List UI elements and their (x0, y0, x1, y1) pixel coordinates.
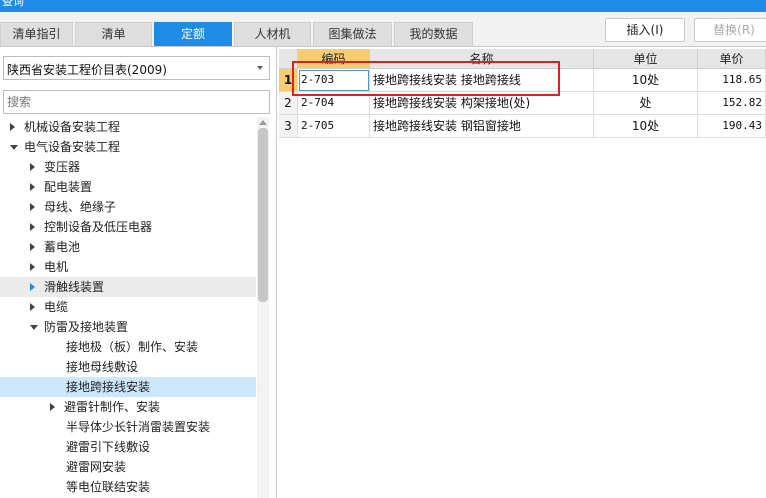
catalog-panel: 陕西省安装工程价目表(2009) 机械设备安装工程电气设备安装工程变压器配电装置… (0, 47, 277, 498)
expand-arrow-right-icon[interactable] (10, 123, 15, 131)
expand-arrow-down-icon[interactable] (10, 145, 18, 150)
catalog-select-value: 陕西省安装工程价目表(2009) (7, 63, 167, 77)
expand-arrow-right-icon[interactable] (50, 403, 55, 411)
tree-node[interactable]: 防雷及接地装置 (0, 317, 256, 337)
tree-node[interactable]: 控制设备及低压电器 (0, 217, 256, 237)
unit-header[interactable]: 单位 (594, 49, 698, 69)
tree-node[interactable]: 母线、绝缘子 (0, 197, 256, 217)
cell-price[interactable]: 190.43 (698, 115, 766, 138)
tree-node-label: 控制设备及低压电器 (44, 220, 153, 234)
expand-arrow-right-icon[interactable] (30, 303, 35, 311)
replace-button[interactable]: 替换(R) (694, 18, 766, 42)
tree-node-label: 电缆 (44, 300, 69, 314)
tab-strip: 清单指引 清单 定额 人材机 图集做法 我的数据 插入(I) 替换(R) (0, 12, 766, 47)
tree-node[interactable]: 接地跨接线安装 (0, 377, 256, 397)
expand-arrow-down-icon[interactable] (30, 325, 38, 330)
insert-button[interactable]: 插入(I) (605, 18, 685, 42)
tree-node[interactable]: 避雷网安装 (0, 457, 256, 477)
tree-node[interactable]: 电机 (0, 257, 256, 277)
cell-unit[interactable]: 10处 (594, 69, 698, 92)
window-title: 查询 (2, 0, 24, 8)
catalog-tree: 机械设备安装工程 电气设备安装工程变压器配电装置母线、绝缘子控制设备及低压电器 蓄电… (0, 117, 256, 498)
tab-my-data[interactable]: 我的数据 (394, 22, 473, 46)
tree-node[interactable]: 避雷引下线敷设 (0, 437, 256, 457)
cell-code[interactable]: 2-703 (298, 69, 370, 92)
name-header[interactable]: 名称 (370, 49, 594, 69)
cell-name[interactable]: 接地跨接线安装 接地跨接线 (370, 69, 594, 92)
tab-bill-guide[interactable]: 清单指引 (0, 22, 73, 46)
tree-node[interactable]: 机械设备安装工程 (0, 117, 256, 137)
code-header[interactable]: 编码 (298, 49, 370, 69)
tree-node-label: 避雷针制作、安装 (64, 400, 161, 414)
cell-num[interactable]: 3 (279, 115, 298, 138)
tree-node-label: 母线、绝缘子 (44, 200, 117, 214)
tree-node[interactable]: 半导体少长针消雷装置安装 (0, 417, 256, 437)
tree-node[interactable]: 蓄电池 (0, 237, 256, 257)
tree-node-label: 配电装置 (44, 180, 93, 194)
table-row[interactable]: 3 2-705 接地跨接线安装 钢铝窗接地 10处 190.43 (279, 115, 766, 138)
title-bar: 查询 (0, 0, 766, 12)
tree-node-label: 防雷及接地装置 (44, 320, 129, 334)
cell-name[interactable]: 接地跨接线安装 构架接地(处) (370, 92, 594, 115)
tree-node-label: 等电位联结安装 (66, 480, 151, 494)
scroll-up-icon[interactable] (259, 120, 267, 125)
tree-node-label: 滑触线装置 (44, 280, 105, 294)
table-row[interactable]: 1 2-703 接地跨接线安装 接地跨接线 10处 118.65 (279, 69, 766, 92)
catalog-select[interactable]: 陕西省安装工程价目表(2009) (3, 56, 270, 80)
expand-arrow-right-icon[interactable] (30, 203, 35, 211)
cell-code[interactable]: 2-705 (298, 115, 370, 138)
tab-bill[interactable]: 清单 (75, 22, 152, 46)
tree-node-label: 避雷网安装 (66, 460, 127, 474)
tab-quota[interactable]: 定额 (154, 22, 232, 46)
tree-node[interactable]: 配电装置 (0, 177, 256, 197)
tree-node[interactable]: 避雷针制作、安装 (0, 397, 256, 417)
tab-atlas-method[interactable]: 图集做法 (313, 22, 392, 46)
tree-node[interactable]: 电气设备安装工程 (0, 137, 256, 157)
tree-node-label: 半导体少长针消雷装置安装 (66, 420, 211, 434)
tree-node-label: 电气设备安装工程 (24, 140, 121, 154)
expand-arrow-right-icon[interactable] (30, 283, 35, 291)
tree-scrollbar[interactable] (257, 117, 269, 498)
cell-num[interactable]: 2 (279, 92, 298, 115)
tree-node-label: 变压器 (44, 160, 81, 174)
tree-node-label: 避雷引下线敷设 (66, 440, 151, 454)
expand-arrow-right-icon[interactable] (30, 163, 35, 171)
row-number-header (279, 49, 298, 69)
tree-node-label: 蓄电池 (44, 240, 81, 254)
tree-node-label: 电机 (44, 260, 69, 274)
tree-node[interactable]: 变压器 (0, 157, 256, 177)
cell-price[interactable]: 152.82 (698, 92, 766, 115)
tree-node[interactable]: 接地极（板）制作、安装 (0, 337, 256, 357)
tree-node[interactable]: 滑触线装置 (0, 277, 256, 297)
tree-node-label: 机械设备安装工程 (24, 120, 121, 134)
cell-name[interactable]: 接地跨接线安装 钢铝窗接地 (370, 115, 594, 138)
cell-code[interactable]: 2-704 (298, 92, 370, 115)
tree-node-label: 接地极（板）制作、安装 (66, 340, 199, 354)
scrollbar-thumb[interactable] (258, 128, 268, 302)
cell-price[interactable]: 118.65 (698, 69, 766, 92)
cell-unit[interactable]: 10处 (594, 115, 698, 138)
table-row[interactable]: 2 2-704 接地跨接线安装 构架接地(处) 处 152.82 (279, 92, 766, 115)
tree-node-label: 接地跨接线安装 (66, 380, 151, 394)
cell-unit[interactable]: 处 (594, 92, 698, 115)
expand-arrow-right-icon[interactable] (30, 263, 35, 271)
cell-num[interactable]: 1 (279, 69, 298, 92)
expand-arrow-right-icon[interactable] (30, 243, 35, 251)
search-input[interactable] (3, 90, 270, 114)
tree-node[interactable]: 接地母线敷设 (0, 357, 256, 377)
expand-arrow-right-icon[interactable] (30, 183, 35, 191)
price-header[interactable]: 单价 (698, 49, 766, 69)
chevron-down-icon (257, 66, 263, 70)
tree-node[interactable]: 等电位联结安装 (0, 477, 256, 497)
expand-arrow-right-icon[interactable] (30, 223, 35, 231)
tree-node[interactable]: 电缆 (0, 297, 256, 317)
tree-node-label: 接地母线敷设 (66, 360, 139, 374)
tab-labor-material[interactable]: 人材机 (234, 22, 311, 46)
